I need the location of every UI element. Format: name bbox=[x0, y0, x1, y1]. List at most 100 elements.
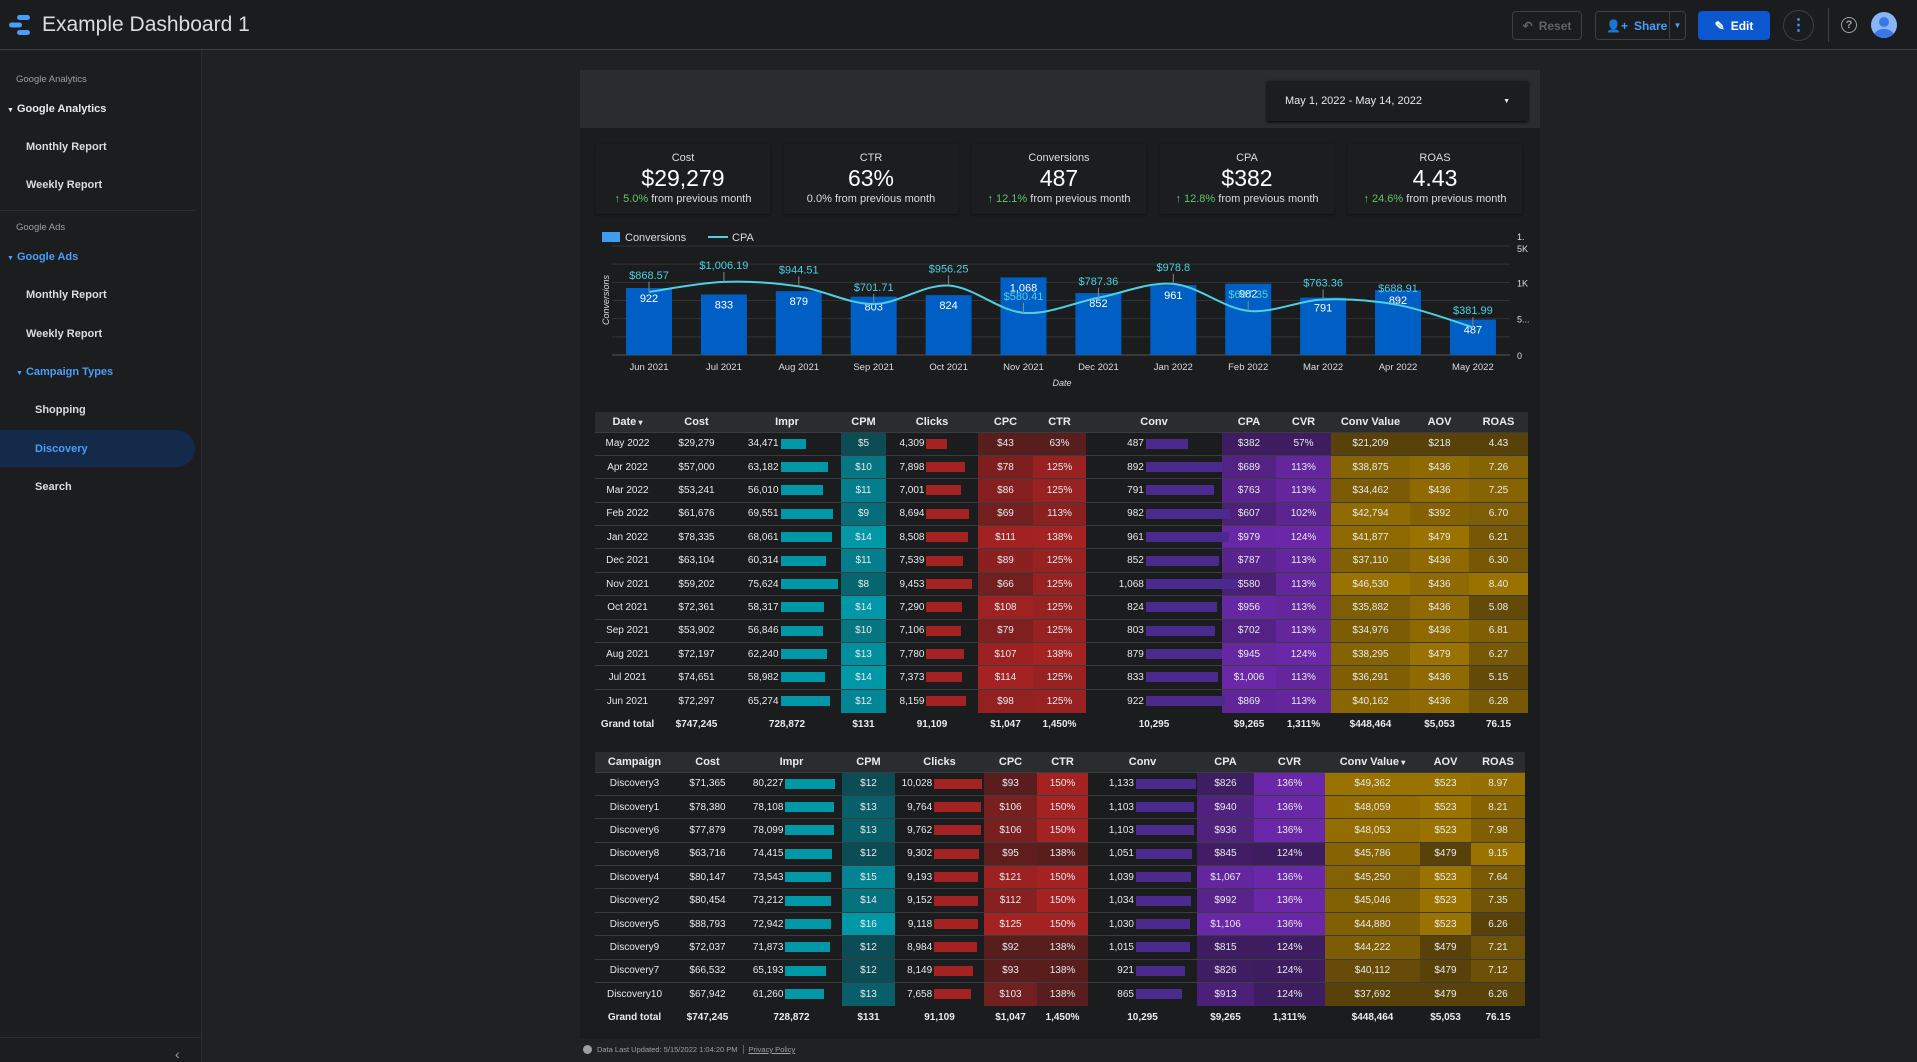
table-row[interactable]: Discovery6 $77,879 78,099 $13 9,762 $106 150% 1… bbox=[595, 818, 1525, 843]
help-icon[interactable]: ? bbox=[1841, 17, 1857, 33]
table-row[interactable]: Mar 2022 $53,241 56,010 $11 7,001 $86 125% 791 $… bbox=[595, 478, 1528, 503]
kpi-delta-value: 5.0% bbox=[623, 193, 649, 205]
cell-aov: $392 bbox=[1410, 501, 1469, 526]
top-bar: Example Dashboard 1 ↶ Reset 👤+ Share ▼ ✎ Edi… bbox=[0, 0, 1917, 50]
nav-ads-monthly-report[interactable]: Monthly Report bbox=[26, 289, 107, 301]
column-header-impr[interactable]: Impr bbox=[741, 752, 842, 772]
cell-value: 58,982 bbox=[747, 672, 779, 684]
cell-cpm: $13 bbox=[842, 818, 895, 843]
nav-discovery[interactable]: Discovery bbox=[35, 443, 88, 455]
column-header-cpa[interactable]: CPA bbox=[1197, 752, 1254, 772]
reset-button[interactable]: ↶ Reset bbox=[1512, 11, 1582, 40]
table-row[interactable]: Discovery4 $80,147 73,543 $15 9,193 $121 150% 1… bbox=[595, 865, 1525, 889]
share-button[interactable]: 👤+ Share ▼ bbox=[1595, 11, 1686, 40]
bar-conversions bbox=[925, 295, 972, 355]
table-row[interactable]: Nov 2021 $59,202 75,624 $8 9,453 $66 125% 1,068… bbox=[595, 571, 1528, 596]
column-header-cpc[interactable]: CPC bbox=[984, 752, 1037, 772]
column-header-conv-value[interactable]: Conv Value ▾ bbox=[1325, 752, 1420, 772]
table-row[interactable]: Jul 2021 $74,651 58,982 $14 7,373 $114 125% 833… bbox=[595, 665, 1528, 690]
header-label: AOV bbox=[1427, 415, 1452, 428]
cell-value: 803 bbox=[1127, 625, 1144, 637]
nav-ga-weekly-report[interactable]: Weekly Report bbox=[26, 179, 102, 191]
nav-ga-monthly-report[interactable]: Monthly Report bbox=[26, 141, 107, 153]
sort-desc-icon[interactable]: ▾ bbox=[1399, 758, 1405, 767]
column-header-clicks[interactable]: Clicks bbox=[886, 412, 978, 432]
table-row[interactable]: Feb 2022 $61,676 69,551 $9 8,694 $69 113% 982 $6… bbox=[595, 501, 1528, 526]
table-row[interactable]: Discovery3 $71,365 80,227 $12 10,028 $93 150% 1… bbox=[595, 771, 1525, 796]
kpi-label: CTR bbox=[859, 152, 883, 164]
more-options-icon[interactable]: ⋮ bbox=[1783, 10, 1814, 41]
column-header-cost[interactable]: Cost bbox=[674, 752, 741, 772]
cell-cvr: 113% bbox=[1276, 595, 1331, 620]
nav-search[interactable]: Search bbox=[35, 481, 72, 493]
table-row[interactable]: Discovery7 $66,532 65,193 $12 8,149 $93 138% 92… bbox=[595, 958, 1525, 983]
nav-group-google-analytics[interactable]: ▼ Google Analytics bbox=[7, 103, 106, 115]
cell-cvr: 136% bbox=[1254, 911, 1325, 936]
cell-ctr: 150% bbox=[1037, 911, 1088, 936]
table-row[interactable]: Discovery9 $72,037 71,873 $12 8,984 $92 138% 1,… bbox=[595, 935, 1525, 960]
caret-down-icon: ▼ bbox=[16, 370, 23, 377]
column-header-cvr[interactable]: CVR bbox=[1254, 752, 1325, 772]
column-header-ctr[interactable]: CTR bbox=[1037, 752, 1088, 772]
column-header-cost[interactable]: Cost bbox=[660, 412, 733, 432]
column-header-conv[interactable]: Conv bbox=[1088, 752, 1197, 772]
table-row[interactable]: Discovery2 $80,454 73,212 $14 9,152 $112 150% 1… bbox=[595, 888, 1525, 913]
cell-conv: 1,034 bbox=[1088, 888, 1197, 913]
cell-impr: 73,212 bbox=[741, 888, 842, 913]
column-header-campaign[interactable]: Campaign bbox=[595, 752, 674, 772]
bar-data-label: 879 bbox=[790, 296, 808, 308]
total-cell: 728,872 bbox=[773, 1012, 810, 1024]
column-header-cpm[interactable]: CPM bbox=[841, 412, 886, 432]
table-row[interactable]: Dec 2021 $63,104 60,314 $11 7,539 $89 125% 852 $… bbox=[595, 548, 1528, 573]
cell-conv-value: $44,222 bbox=[1325, 935, 1420, 960]
table-row[interactable]: Discovery10 $67,942 61,260 $13 7,658 $103 138%… bbox=[595, 982, 1525, 1006]
cell-value: 34,471 bbox=[747, 438, 779, 450]
column-header-conv[interactable]: Conv bbox=[1086, 412, 1222, 432]
table-row[interactable]: Apr 2022 $57,000 63,182 $10 7,898 $78 125% 892 $… bbox=[595, 454, 1528, 479]
table-row[interactable]: May 2022 $29,279 34,471 $5 4,309 $43 63% 487 $38… bbox=[595, 431, 1528, 456]
column-header-roas[interactable]: ROAS bbox=[1469, 412, 1528, 432]
table-row[interactable]: Jan 2022 $78,335 68,061 $14 8,508 $111 138% 961… bbox=[595, 525, 1528, 549]
kpi-delta-value: 12.8% bbox=[1184, 193, 1216, 205]
table-row[interactable]: Aug 2021 $72,197 62,240 $13 7,780 $107 138% 879… bbox=[595, 642, 1528, 666]
x-tick-label: Aug 2021 bbox=[778, 362, 819, 373]
column-header-cvr[interactable]: CVR bbox=[1276, 412, 1331, 432]
kpi-delta-suffix: from previous month bbox=[651, 193, 752, 205]
nav-shopping[interactable]: Shopping bbox=[35, 404, 86, 416]
privacy-policy-link[interactable]: Privacy Policy bbox=[742, 1045, 795, 1054]
header-label: CTR bbox=[1048, 415, 1071, 428]
column-header-roas[interactable]: ROAS bbox=[1471, 752, 1525, 772]
nav-group-google-ads[interactable]: ▼ Google Ads bbox=[7, 251, 78, 263]
column-header-cpm[interactable]: CPM bbox=[842, 752, 895, 772]
column-header-aov[interactable]: AOV bbox=[1420, 752, 1471, 772]
column-header-ctr[interactable]: CTR bbox=[1033, 412, 1086, 432]
data-bar bbox=[926, 672, 963, 683]
cell-conv: 833 bbox=[1086, 665, 1222, 690]
nav-ads-weekly-report[interactable]: Weekly Report bbox=[26, 328, 102, 340]
bar-data-label: 1,068 bbox=[1010, 282, 1038, 294]
edit-button[interactable]: ✎ Edit bbox=[1698, 11, 1770, 40]
table-row[interactable]: Discovery5 $88,793 72,942 $16 9,118 $125 150% 1… bbox=[595, 911, 1525, 936]
table-row[interactable]: Jun 2021 $72,297 65,274 $12 8,159 $98 125% 922 $… bbox=[595, 688, 1528, 713]
table-row[interactable]: Sep 2021 $53,902 56,846 $10 7,106 $79 125% 803 $… bbox=[595, 618, 1528, 643]
collapse-sidebar-chevron-icon[interactable]: ‹ bbox=[175, 1046, 180, 1062]
avatar[interactable] bbox=[1871, 12, 1897, 38]
column-header-impr[interactable]: Impr bbox=[733, 412, 841, 432]
nav-group-campaign-types[interactable]: ▼ Campaign Types bbox=[16, 366, 113, 378]
column-header-aov[interactable]: AOV bbox=[1410, 412, 1469, 432]
column-header-cpa[interactable]: CPA bbox=[1222, 412, 1276, 432]
column-header-clicks[interactable]: Clicks bbox=[895, 752, 984, 772]
table-row[interactable]: Discovery1 $78,380 78,108 $13 9,764 $106 150% 1… bbox=[595, 794, 1525, 819]
cell-campaign: Discovery6 bbox=[595, 818, 674, 843]
column-header-cpc[interactable]: CPC bbox=[978, 412, 1033, 432]
column-header-conv-value[interactable]: Conv Value bbox=[1331, 412, 1410, 432]
cell-conv: 803 bbox=[1086, 618, 1222, 643]
share-dropdown-icon[interactable]: ▼ bbox=[1669, 12, 1685, 39]
column-header-date[interactable]: Date ▾ bbox=[595, 412, 660, 432]
cell-clicks: 9,453 bbox=[886, 571, 978, 596]
data-bar bbox=[1145, 625, 1215, 636]
table-row[interactable]: Discovery8 $63,716 74,415 $12 9,302 $95 138% 1,… bbox=[595, 841, 1525, 866]
sort-desc-icon[interactable]: ▾ bbox=[636, 418, 643, 427]
table-row[interactable]: Oct 2021 $72,361 58,317 $14 7,290 $108 125% 824… bbox=[595, 595, 1528, 620]
date-range-picker[interactable]: May 1, 2022 - May 14, 2022 ▼ bbox=[1267, 81, 1528, 121]
